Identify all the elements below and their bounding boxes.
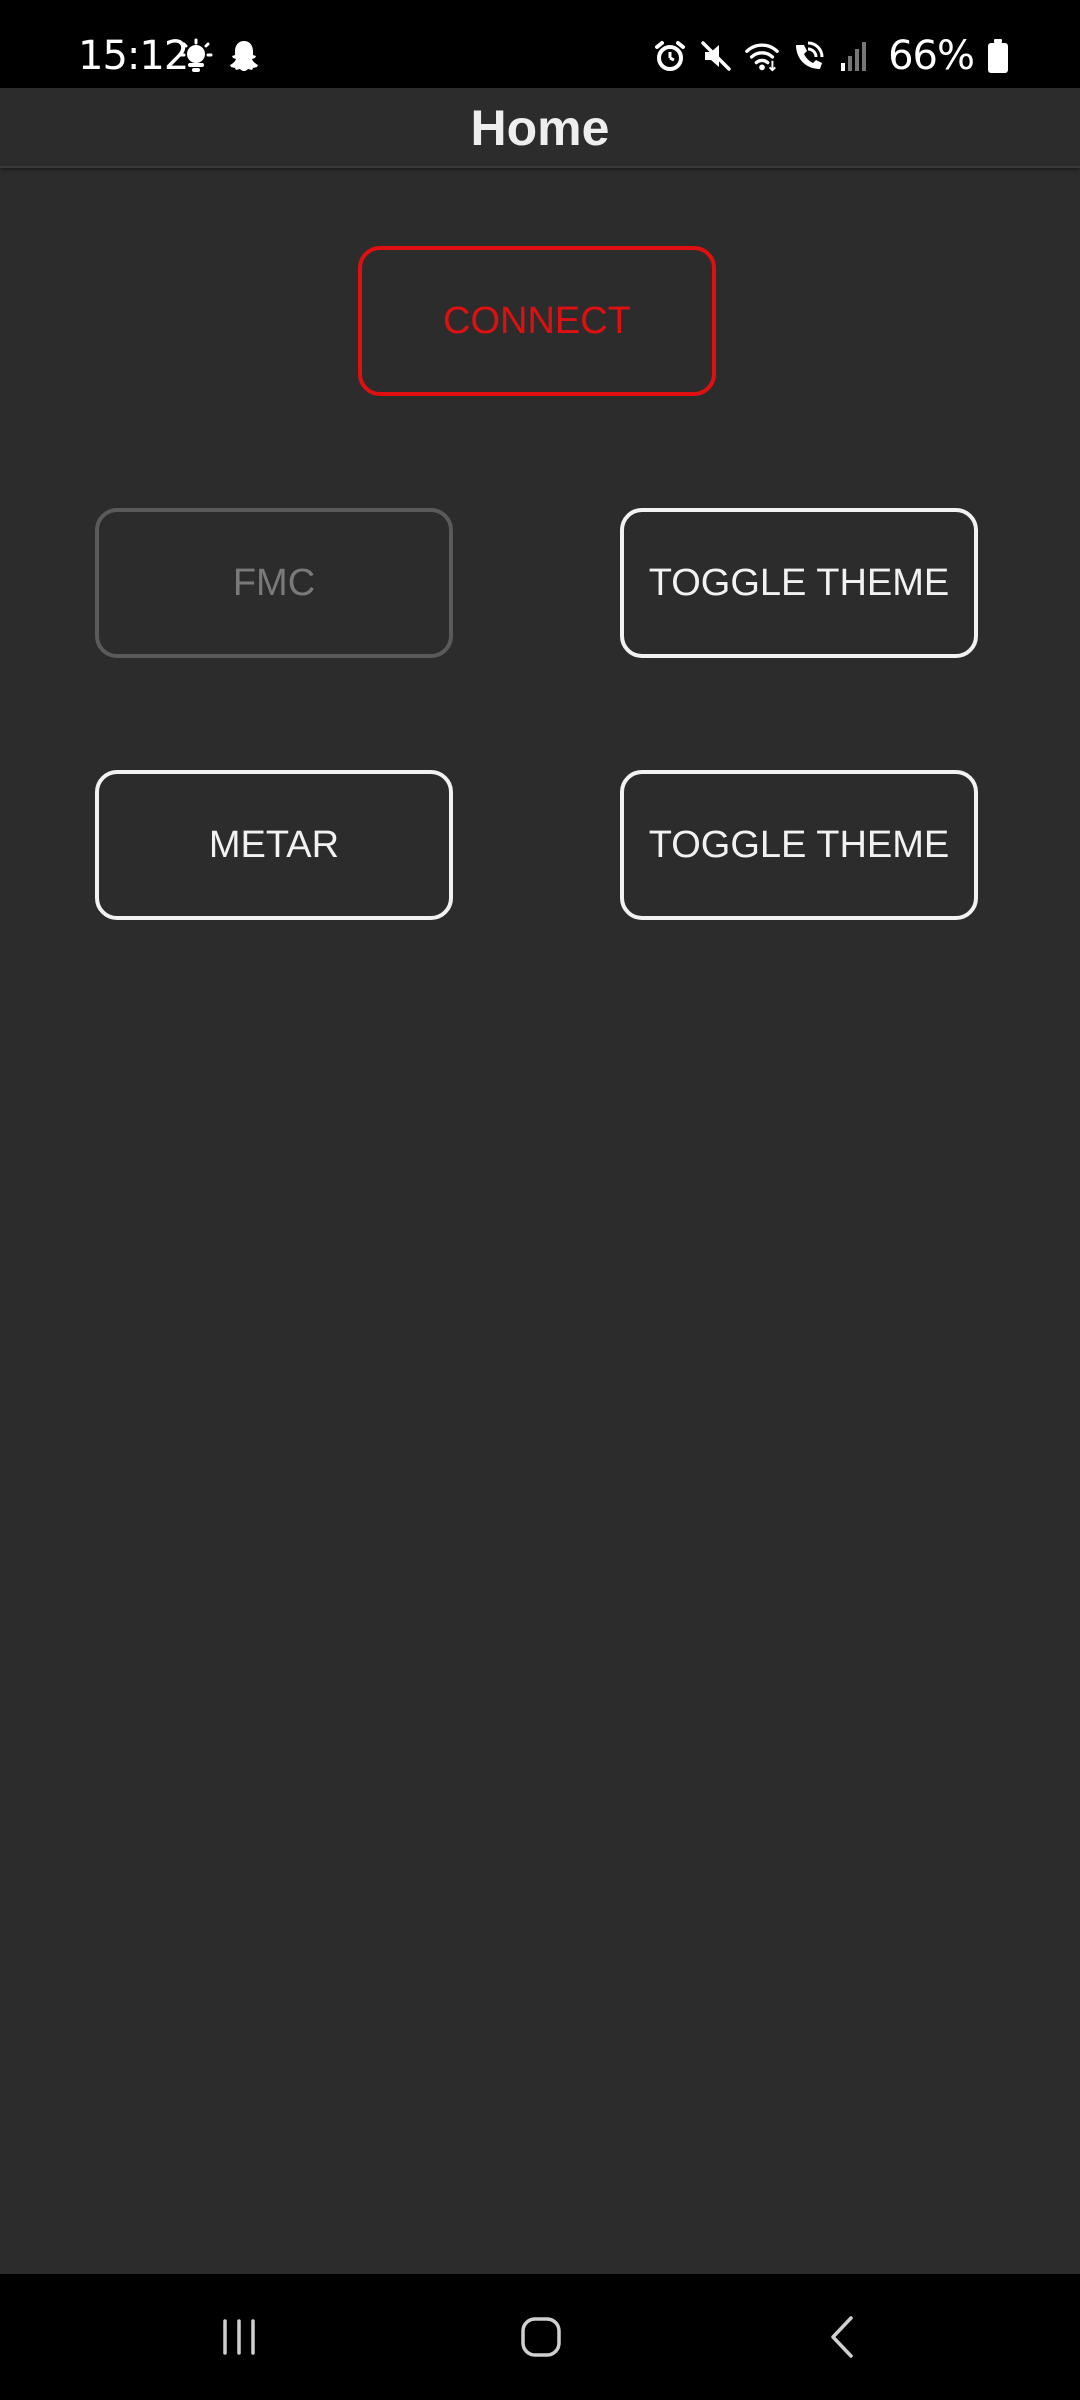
weather-icon bbox=[178, 38, 214, 74]
status-bar: 15:12 66% bbox=[0, 0, 1080, 88]
fmc-button: FMC bbox=[95, 508, 453, 658]
alarm-icon bbox=[652, 36, 688, 76]
status-right-icons: 66% bbox=[652, 34, 1008, 78]
battery-icon bbox=[988, 39, 1008, 73]
status-time: 15:12 bbox=[78, 33, 189, 79]
snapchat-icon bbox=[226, 38, 262, 74]
signal-icon bbox=[836, 36, 872, 76]
home-icon[interactable] bbox=[506, 2304, 576, 2370]
toggle-theme-button[interactable]: TOGGLE THEME bbox=[620, 508, 978, 658]
metar-button[interactable]: METAR bbox=[95, 770, 453, 920]
page-title: Home bbox=[470, 100, 610, 156]
connect-button[interactable]: CONNECT bbox=[358, 246, 716, 396]
app-bar: Home bbox=[0, 88, 1080, 168]
wifi-call-icon bbox=[790, 36, 826, 76]
mute-icon bbox=[698, 36, 734, 76]
status-left-icons bbox=[178, 38, 262, 74]
battery-percent: 66% bbox=[888, 33, 975, 79]
toggle-theme-button-2[interactable]: TOGGLE THEME bbox=[620, 770, 978, 920]
navigation-bar bbox=[0, 2274, 1080, 2400]
back-icon[interactable] bbox=[808, 2304, 878, 2370]
recents-icon[interactable] bbox=[204, 2304, 274, 2370]
wifi-icon bbox=[744, 36, 780, 76]
